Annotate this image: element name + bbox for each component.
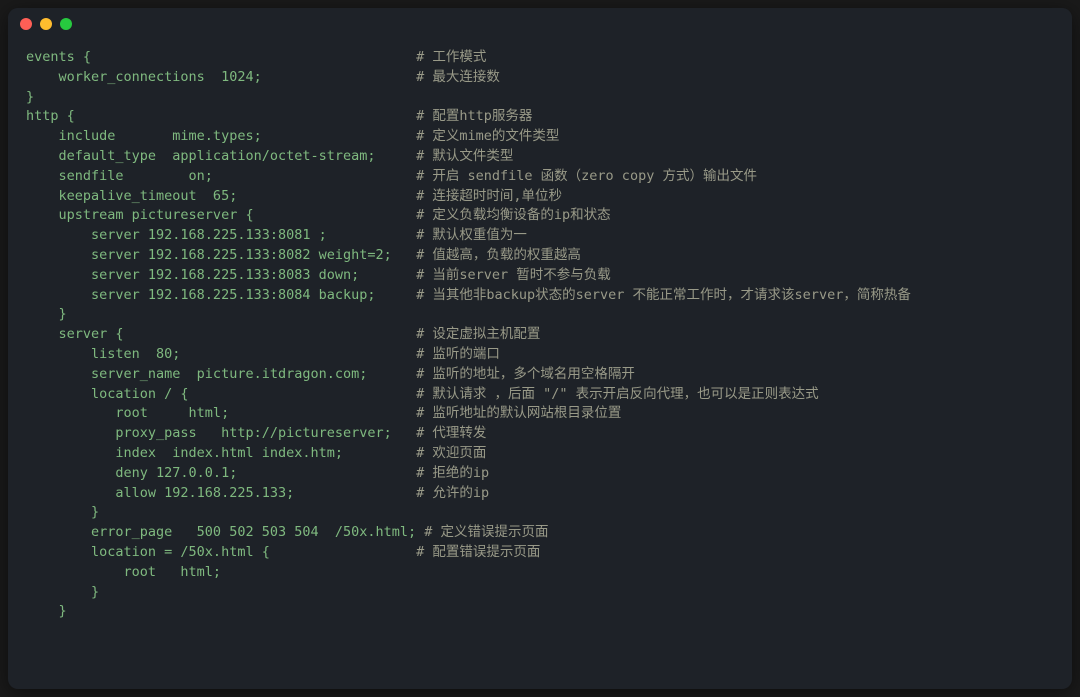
code-text: error_page 500 502 503 504 /50x.html; [26, 524, 416, 540]
code-text: root html; [26, 405, 229, 421]
code-line: sendfile on; # 开启 sendfile 函数（zero copy … [26, 167, 1054, 187]
code-line: include mime.types; # 定义mime的文件类型 [26, 127, 1054, 147]
code-text: allow 192.168.225.133; [26, 485, 294, 501]
code-area: events { # 工作模式 worker_connections 1024;… [8, 40, 1072, 640]
comment-text: # 当前server 暂时不参与负载 [416, 267, 611, 283]
code-text: location / { [26, 386, 189, 402]
comment-text: # 定义mime的文件类型 [416, 128, 559, 144]
code-line: allow 192.168.225.133; # 允许的ip [26, 484, 1054, 504]
comment-text: # 配置错误提示页面 [416, 544, 540, 560]
code-text: events { [26, 49, 91, 65]
comment-text: # 监听地址的默认网站根目录位置 [416, 405, 621, 421]
comment-text: # 默认权重值为一 [416, 227, 527, 243]
comment-text: # 连接超时时间,单位秒 [416, 188, 562, 204]
code-line: upstream pictureserver { # 定义负载均衡设备的ip和状… [26, 206, 1054, 226]
comment-text: # 配置http服务器 [416, 108, 532, 124]
code-text: } [26, 306, 67, 322]
code-text: deny 127.0.0.1; [26, 465, 237, 481]
code-text: include mime.types; [26, 128, 262, 144]
code-text: } [26, 603, 67, 619]
code-text: server 192.168.225.133:8084 backup; [26, 287, 376, 303]
comment-text: # 定义负载均衡设备的ip和状态 [416, 207, 611, 223]
code-line: events { # 工作模式 [26, 48, 1054, 68]
code-text: worker_connections 1024; [26, 69, 262, 85]
code-line: location / { # 默认请求 ，后面 "/" 表示开启反向代理，也可以… [26, 385, 1054, 405]
comment-text: # 默认文件类型 [416, 148, 513, 164]
comment-text: # 当其他非backup状态的server 不能正常工作时，才请求该server… [416, 287, 911, 303]
comment-text: # 最大连接数 [416, 69, 500, 85]
code-text: upstream pictureserver { [26, 207, 254, 223]
code-line: server { # 设定虚拟主机配置 [26, 325, 1054, 345]
comment-text: # 允许的ip [416, 485, 489, 501]
code-line: } [26, 602, 1054, 622]
code-line: } [26, 88, 1054, 108]
code-text: } [26, 89, 34, 105]
terminal-window: events { # 工作模式 worker_connections 1024;… [8, 8, 1072, 689]
code-text: proxy_pass http://pictureserver; [26, 425, 392, 441]
code-text: server 192.168.225.133:8082 weight=2; [26, 247, 392, 263]
code-line: server 192.168.225.133:8081 ; # 默认权重值为一 [26, 226, 1054, 246]
code-text: sendfile on; [26, 168, 213, 184]
comment-text: # 设定虚拟主机配置 [416, 326, 540, 342]
code-line: server 192.168.225.133:8084 backup; # 当其… [26, 286, 1054, 306]
code-text: http { [26, 108, 75, 124]
title-bar [8, 8, 1072, 40]
code-text: server 192.168.225.133:8081 ; [26, 227, 327, 243]
comment-text: # 工作模式 [416, 49, 486, 65]
code-line: location = /50x.html { # 配置错误提示页面 [26, 543, 1054, 563]
code-text: } [26, 584, 99, 600]
comment-text: # 欢迎页面 [416, 445, 486, 461]
code-text: } [26, 504, 99, 520]
code-line: http { # 配置http服务器 [26, 107, 1054, 127]
comment-text: # 开启 sendfile 函数（zero copy 方式）输出文件 [416, 168, 757, 184]
code-text: server { [26, 326, 124, 342]
comment-text: # 监听的端口 [416, 346, 500, 362]
code-line: error_page 500 502 503 504 /50x.html; # … [26, 523, 1054, 543]
code-line: server_name picture.itdragon.com; # 监听的地… [26, 365, 1054, 385]
close-icon[interactable] [20, 18, 32, 30]
comment-text: # 值越高，负载的权重越高 [416, 247, 581, 263]
code-line: worker_connections 1024; # 最大连接数 [26, 68, 1054, 88]
code-line: } [26, 305, 1054, 325]
code-text: location = /50x.html { [26, 544, 270, 560]
minimize-icon[interactable] [40, 18, 52, 30]
comment-text: # 代理转发 [416, 425, 486, 441]
comment-text: # 默认请求 ，后面 "/" 表示开启反向代理，也可以是正则表达式 [416, 386, 819, 402]
code-text: server 192.168.225.133:8083 down; [26, 267, 359, 283]
code-text: index index.html index.htm; [26, 445, 343, 461]
code-line: root html; # 监听地址的默认网站根目录位置 [26, 404, 1054, 424]
code-line: } [26, 503, 1054, 523]
code-text: root html; [26, 564, 221, 580]
maximize-icon[interactable] [60, 18, 72, 30]
code-text: listen 80; [26, 346, 180, 362]
code-text: server_name picture.itdragon.com; [26, 366, 367, 382]
code-line: root html; [26, 563, 1054, 583]
code-line: server 192.168.225.133:8083 down; # 当前se… [26, 266, 1054, 286]
comment-text: # 定义错误提示页面 [424, 524, 548, 540]
comment-text: # 拒绝的ip [416, 465, 489, 481]
comment-text: # 监听的地址，多个域名用空格隔开 [416, 366, 635, 382]
code-text: default_type application/octet-stream; [26, 148, 376, 164]
code-line: server 192.168.225.133:8082 weight=2; # … [26, 246, 1054, 266]
code-text: keepalive_timeout 65; [26, 188, 237, 204]
code-line: deny 127.0.0.1; # 拒绝的ip [26, 464, 1054, 484]
code-line: index index.html index.htm; # 欢迎页面 [26, 444, 1054, 464]
code-line: keepalive_timeout 65; # 连接超时时间,单位秒 [26, 187, 1054, 207]
code-line: proxy_pass http://pictureserver; # 代理转发 [26, 424, 1054, 444]
code-line: } [26, 583, 1054, 603]
code-line: listen 80; # 监听的端口 [26, 345, 1054, 365]
code-line: default_type application/octet-stream; #… [26, 147, 1054, 167]
